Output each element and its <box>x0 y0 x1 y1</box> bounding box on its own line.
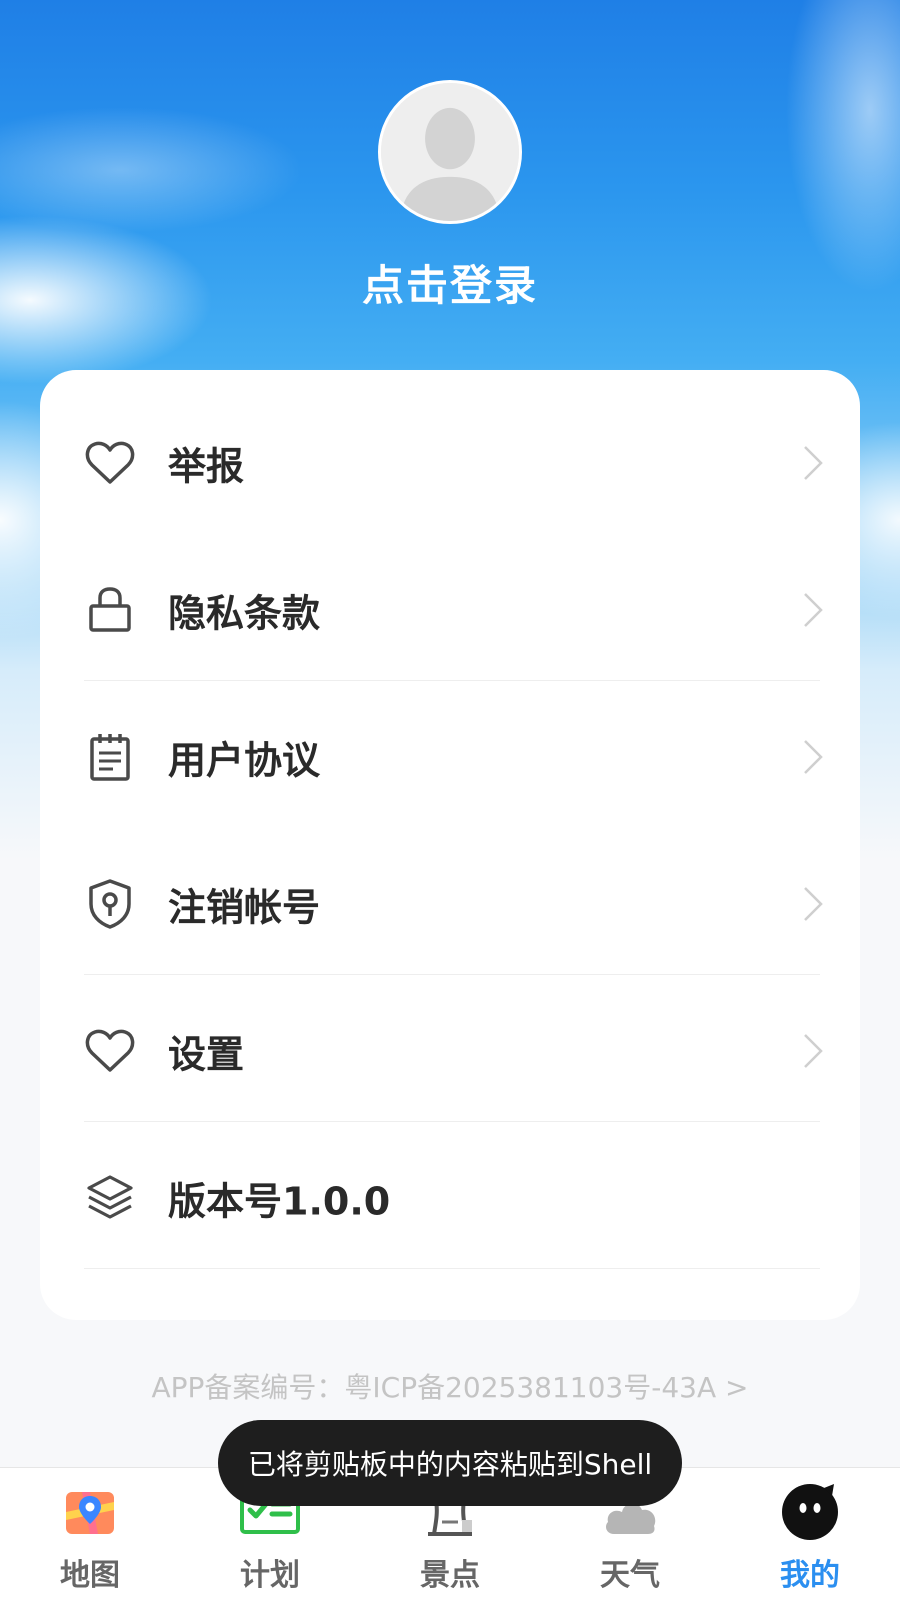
mascot-icon <box>780 1482 840 1542</box>
menu-item-label: 注销帐号 <box>168 885 321 930</box>
menu-item-version: 版本号1.0.0 <box>40 1123 860 1273</box>
notepad-icon <box>82 729 138 785</box>
layers-icon <box>82 1170 138 1226</box>
map-icon <box>60 1482 120 1542</box>
menu-item-label: 用户协议 <box>168 738 321 783</box>
icp-filing-link[interactable]: APP备案编号：粤ICP备2025381103号-43A > <box>0 1366 900 1406</box>
menu-item-report[interactable]: 举报 <box>40 388 860 538</box>
tab-label: 景点 <box>420 1558 480 1593</box>
menu-item-label: 隐私条款 <box>168 591 321 636</box>
menu-item-label: 设置 <box>168 1032 245 1077</box>
tab-map[interactable]: 地图 <box>0 1468 180 1600</box>
menu-item-label: 举报 <box>168 444 245 489</box>
chevron-right-icon <box>804 446 823 480</box>
chevron-right-icon <box>804 593 823 627</box>
avatar[interactable] <box>378 80 522 224</box>
tab-label: 天气 <box>600 1558 660 1593</box>
divider <box>84 974 820 975</box>
tab-label: 我的 <box>780 1558 840 1593</box>
tab-label: 计划 <box>240 1558 300 1593</box>
chevron-right-icon <box>804 1034 823 1068</box>
shield-keyhole-icon <box>82 876 138 932</box>
login-link[interactable]: 点击登录 <box>0 252 900 313</box>
menu-item-user-agreement[interactable]: 用户协议 <box>40 682 860 832</box>
lock-icon <box>82 582 138 638</box>
chevron-right-icon <box>804 887 823 921</box>
menu-card: 举报 隐私条款 用户协议 注销帐号 设置 版本号1.0.0 <box>40 370 860 1320</box>
menu-item-privacy[interactable]: 隐私条款 <box>40 535 860 685</box>
version-label: 版本号1.0.0 <box>168 1179 391 1224</box>
divider <box>84 1268 820 1269</box>
tab-mine[interactable]: 我的 <box>720 1468 900 1600</box>
chevron-right-icon <box>804 740 823 774</box>
menu-item-delete-account[interactable]: 注销帐号 <box>40 829 860 979</box>
heart-icon <box>82 435 138 491</box>
divider <box>84 1121 820 1122</box>
heart-icon <box>82 1023 138 1079</box>
divider <box>84 680 820 681</box>
tab-label: 地图 <box>60 1558 120 1593</box>
user-silhouette-icon <box>381 83 519 221</box>
menu-item-settings[interactable]: 设置 <box>40 976 860 1126</box>
toast-message: 已将剪贴板中的内容粘贴到Shell <box>218 1420 682 1506</box>
